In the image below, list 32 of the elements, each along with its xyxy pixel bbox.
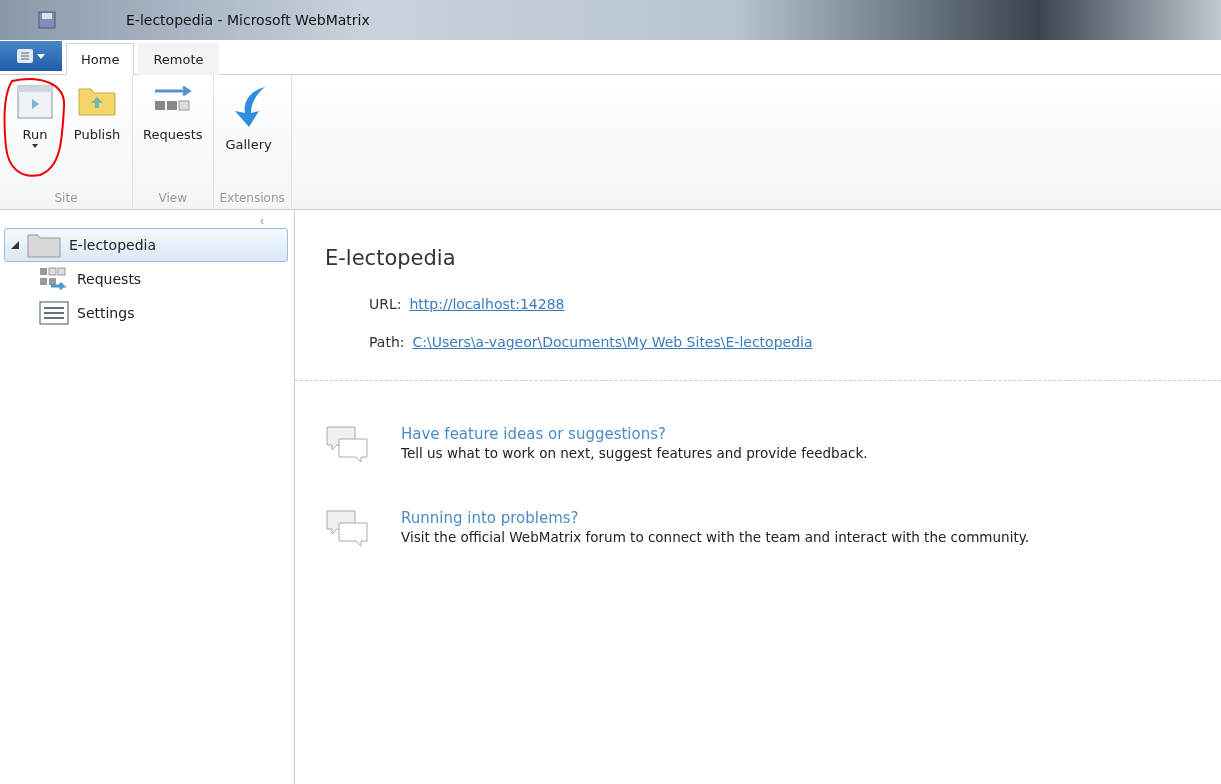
help-link[interactable]: Have feature ideas or suggestions? — [401, 425, 868, 443]
ribbon-button[interactable]: Requests — [139, 79, 207, 187]
site-title: E-lectopedia — [325, 246, 457, 270]
folder-icon — [77, 85, 117, 119]
help-text: Tell us what to work on next, suggest features and provide feedback. — [401, 445, 868, 461]
field-label: Path: — [369, 334, 405, 350]
folder-icon — [27, 232, 61, 258]
window-title: E-lectopedia - Microsoft WebMatrix — [126, 12, 370, 28]
tree-item[interactable]: Requests — [4, 262, 288, 296]
expanded-triangle-icon[interactable] — [11, 241, 19, 249]
group-label: View — [157, 190, 189, 207]
ribbon-button[interactable]: Publish — [68, 79, 126, 187]
group-label: Site — [53, 190, 79, 207]
window-play-icon — [17, 85, 53, 119]
field-link[interactable]: http://localhost:14288 — [409, 296, 565, 312]
help-text: Visit the official WebMatrix forum to connect with the team and interact with the community. — [401, 529, 1030, 545]
speech-bubbles-icon — [325, 509, 371, 549]
caret-icon — [32, 144, 38, 148]
group-label: Extensions — [219, 190, 285, 207]
tree-item[interactable]: Settings — [4, 296, 288, 330]
help-link[interactable]: Running into problems? — [401, 509, 1030, 527]
tree-item[interactable]: E-lectopedia — [4, 228, 288, 262]
ribbon-button[interactable]: Gallery — [219, 79, 278, 187]
ribbon-tab[interactable]: Home — [66, 43, 135, 75]
field-label: URL: — [369, 296, 402, 312]
menu-icon — [16, 47, 46, 65]
field-link[interactable]: C:\Users\a-vageor\Documents\My Web Sites\E-lectopedia — [412, 334, 813, 350]
ribbon-button[interactable]: Run — [6, 79, 64, 187]
speech-bubbles-icon — [325, 425, 371, 465]
requests-icon — [39, 267, 69, 291]
app-menu-button[interactable] — [0, 41, 62, 71]
ribbon-tab[interactable]: Remote — [138, 43, 219, 75]
